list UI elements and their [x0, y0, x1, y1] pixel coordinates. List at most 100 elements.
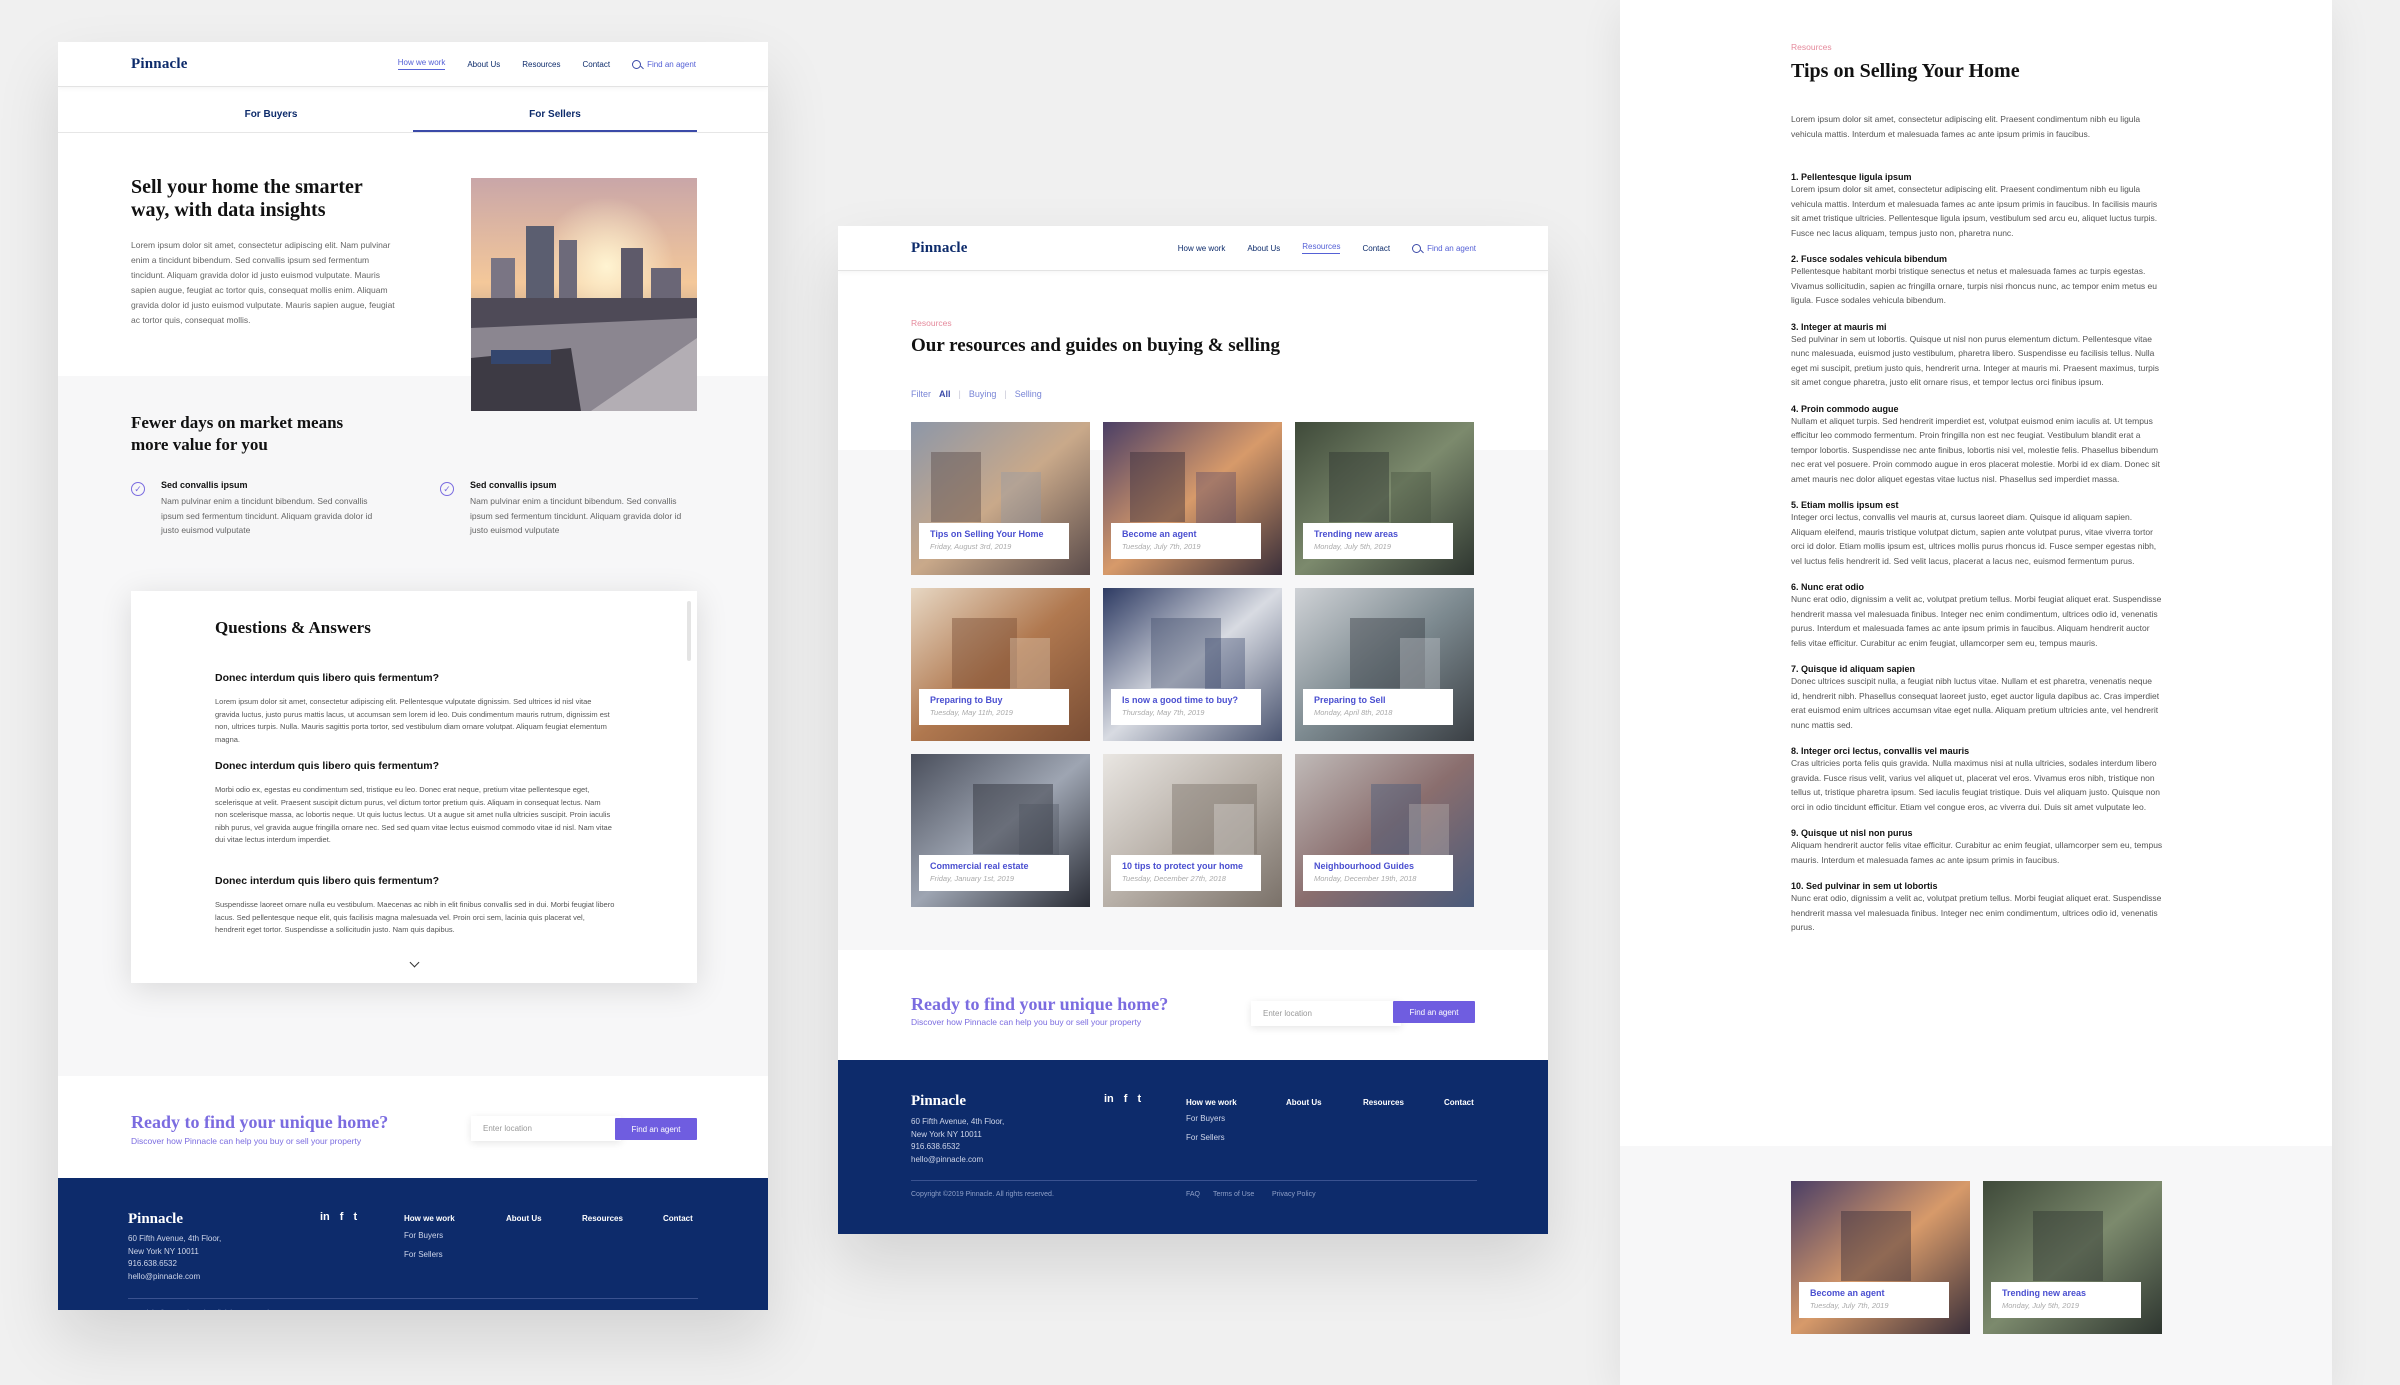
footer-address: 60 Fifth Avenue, 4th Floor, New York NY 1…: [911, 1117, 1005, 1164]
footer-contact[interactable]: Contact: [1444, 1098, 1474, 1107]
nav-resources[interactable]: Resources: [1302, 242, 1341, 254]
tile-date: Thursday, May 7th, 2019: [1122, 708, 1205, 717]
tile-caption: Trending new areas Monday, July 5th, 201…: [1303, 523, 1453, 559]
section-heading: 2. Fusce sodales vehicula bibendum: [1791, 254, 1948, 264]
section-text: Donec ultrices suscipit nulla, a feugiat…: [1791, 676, 2160, 730]
facebook-icon[interactable]: f: [1124, 1093, 1128, 1105]
footer-resources[interactable]: Resources: [1363, 1098, 1404, 1107]
resource-tile[interactable]: Trending new areas Monday, July 5th, 201…: [1295, 422, 1474, 575]
footer-about-us[interactable]: About Us: [1286, 1098, 1322, 1107]
resource-tile[interactable]: Neighbourhood Guides Monday, December 19…: [1295, 754, 1474, 907]
breadcrumb[interactable]: Resources: [1791, 42, 1832, 52]
qa-question[interactable]: Donec interdum quis libero quis fermentu…: [215, 760, 439, 772]
footer-how-we-work[interactable]: How we work: [1186, 1098, 1237, 1107]
filter-selling[interactable]: Selling: [1015, 389, 1042, 399]
tab-for-sellers[interactable]: For Sellers: [413, 87, 697, 132]
location-input[interactable]: Enter location: [471, 1116, 621, 1141]
tile-date: Friday, January 1st, 2019: [930, 874, 1015, 883]
article-section: 8. Integer orci lectus, convallis vel ma…: [1791, 746, 2163, 814]
facebook-icon[interactable]: f: [340, 1211, 344, 1223]
resource-tile[interactable]: Commercial real estate Friday, January 1…: [911, 754, 1090, 907]
related-tile[interactable]: Become an agent Tuesday, July 7th, 2019: [1791, 1181, 1970, 1334]
qa-answer: Lorem ipsum dolor sit amet, consectetur …: [215, 697, 610, 744]
article-section: 1. Pellentesque ligula ipsum Lorem ipsum…: [1791, 172, 2163, 240]
article-title: Tips on Selling Your Home: [1791, 60, 2020, 82]
qa-scrollbar[interactable]: [687, 601, 691, 661]
related-tile[interactable]: Trending new areas Monday, July 5th, 201…: [1983, 1181, 2162, 1334]
qa-question[interactable]: Donec interdum quis libero quis fermentu…: [215, 875, 439, 887]
footer-about-us[interactable]: About Us: [506, 1214, 542, 1223]
logo[interactable]: Pinnacle: [131, 56, 188, 73]
feature-title: Sed convallis ipsum: [161, 480, 248, 490]
footer-how-we-work[interactable]: How we work: [404, 1214, 455, 1223]
feature-title: Sed convallis ipsum: [470, 480, 557, 490]
section-heading: 1. Pellentesque ligula ipsum: [1791, 172, 1912, 182]
location-input[interactable]: Enter location: [1251, 1001, 1401, 1026]
qa-question[interactable]: Donec interdum quis libero quis fermentu…: [215, 672, 439, 684]
tile-caption: Tips on Selling Your Home Friday, August…: [919, 523, 1069, 559]
linkedin-icon[interactable]: in: [320, 1211, 330, 1223]
article-section: 7. Quisque id aliquam sapien Donec ultri…: [1791, 664, 2163, 732]
resource-tile[interactable]: Preparing to Sell Monday, April 8th, 201…: [1295, 588, 1474, 741]
article-section: 2. Fusce sodales vehicula bibendum Pelle…: [1791, 254, 2163, 308]
tile-date: Friday, August 3rd, 2019: [930, 542, 1012, 551]
logo[interactable]: Pinnacle: [911, 240, 968, 257]
section-heading: 8. Integer orci lectus, convallis vel ma…: [1791, 746, 1970, 756]
filter-bar: Filter All | Buying | Selling: [911, 389, 1042, 399]
resource-tile[interactable]: 10 tips to protect your home Tuesday, De…: [1103, 754, 1282, 907]
twitter-icon[interactable]: t: [1137, 1093, 1141, 1105]
nav-resources[interactable]: Resources: [522, 60, 560, 69]
nav-about-us[interactable]: About Us: [1247, 244, 1280, 253]
article-page: Resources Tips on Selling Your Home Lore…: [1620, 0, 2332, 1385]
tile-date: Monday, July 5th, 2019: [1314, 542, 1391, 551]
resource-tile[interactable]: Become an agent Tuesday, July 7th, 2019: [1103, 422, 1282, 575]
footer-contact[interactable]: Contact: [663, 1214, 693, 1223]
search-icon: [1412, 243, 1422, 253]
footer-how-sub: For Buyers For Sellers: [404, 1231, 444, 1259]
footer-divider: [128, 1298, 698, 1299]
section-text: Nunc erat odio, dignissim a velit ac, vo…: [1791, 594, 2162, 648]
resource-tile[interactable]: Tips on Selling Your Home Friday, August…: [911, 422, 1090, 575]
article-section: 3. Integer at mauris mi Sed pulvinar in …: [1791, 322, 2163, 390]
tile-caption: 10 tips to protect your home Tuesday, De…: [1111, 855, 1261, 891]
footer-privacy[interactable]: Privacy Policy: [1272, 1191, 1316, 1198]
section-text: Sed pulvinar in sem ut lobortis. Quisque…: [1791, 333, 2160, 388]
footer-logo[interactable]: Pinnacle: [911, 1093, 966, 1110]
find-agent-link[interactable]: Find an agent: [632, 59, 696, 69]
tile-date: Monday, July 5th, 2019: [2002, 1301, 2079, 1310]
tile-title: Tips on Selling Your Home: [930, 529, 1044, 539]
find-agent-button[interactable]: Find an agent: [615, 1118, 697, 1140]
page-title: Our resources and guides on buying & sel…: [911, 335, 1280, 356]
resource-tile[interactable]: Preparing to Buy Tuesday, May 11th, 2019: [911, 588, 1090, 741]
footer-how-sub: For Buyers For Sellers: [1186, 1114, 1226, 1142]
cta-title: Ready to find your unique home?: [911, 994, 1169, 1014]
tile-date: Monday, April 8th, 2018: [1314, 708, 1393, 717]
top-nav: Pinnacle How we work About Us Resources …: [58, 42, 768, 87]
tile-date: Tuesday, May 11th, 2019: [930, 708, 1013, 717]
filter-buying[interactable]: Buying: [969, 389, 997, 399]
breadcrumb[interactable]: Resources: [911, 318, 952, 328]
nav-contact[interactable]: Contact: [1362, 244, 1390, 253]
nav-how-we-work[interactable]: How we work: [397, 58, 446, 70]
tile-date: Tuesday, December 27th, 2018: [1122, 874, 1226, 883]
filter-all[interactable]: All: [939, 389, 951, 399]
hero-title: Sell your home the smarter way, with dat…: [131, 176, 363, 221]
tab-for-buyers[interactable]: For Buyers: [129, 87, 413, 132]
footer-resources[interactable]: Resources: [582, 1214, 623, 1223]
article-section: 4. Proin commodo augue Nullam et aliquet…: [1791, 404, 2163, 487]
nav-contact[interactable]: Contact: [582, 60, 610, 69]
tile-caption: Neighbourhood Guides Monday, December 19…: [1303, 855, 1453, 891]
linkedin-icon[interactable]: in: [1104, 1093, 1114, 1105]
nav-about-us[interactable]: About Us: [467, 60, 500, 69]
find-agent-button[interactable]: Find an agent: [1393, 1001, 1475, 1023]
footer-logo[interactable]: Pinnacle: [128, 1211, 183, 1228]
tile-date: Tuesday, July 7th, 2019: [1122, 542, 1201, 551]
footer-faq[interactable]: FAQ: [1186, 1191, 1200, 1198]
resource-tile[interactable]: Is now a good time to buy? Thursday, May…: [1103, 588, 1282, 741]
footer-terms[interactable]: Terms of Use: [1213, 1191, 1254, 1198]
nav-how-we-work[interactable]: How we work: [1178, 244, 1226, 253]
tile-caption: Become an agent Tuesday, July 7th, 2019: [1799, 1282, 1949, 1318]
find-agent-link[interactable]: Find an agent: [1412, 243, 1476, 253]
twitter-icon[interactable]: t: [353, 1211, 357, 1223]
chevron-down-icon[interactable]: [409, 957, 420, 968]
